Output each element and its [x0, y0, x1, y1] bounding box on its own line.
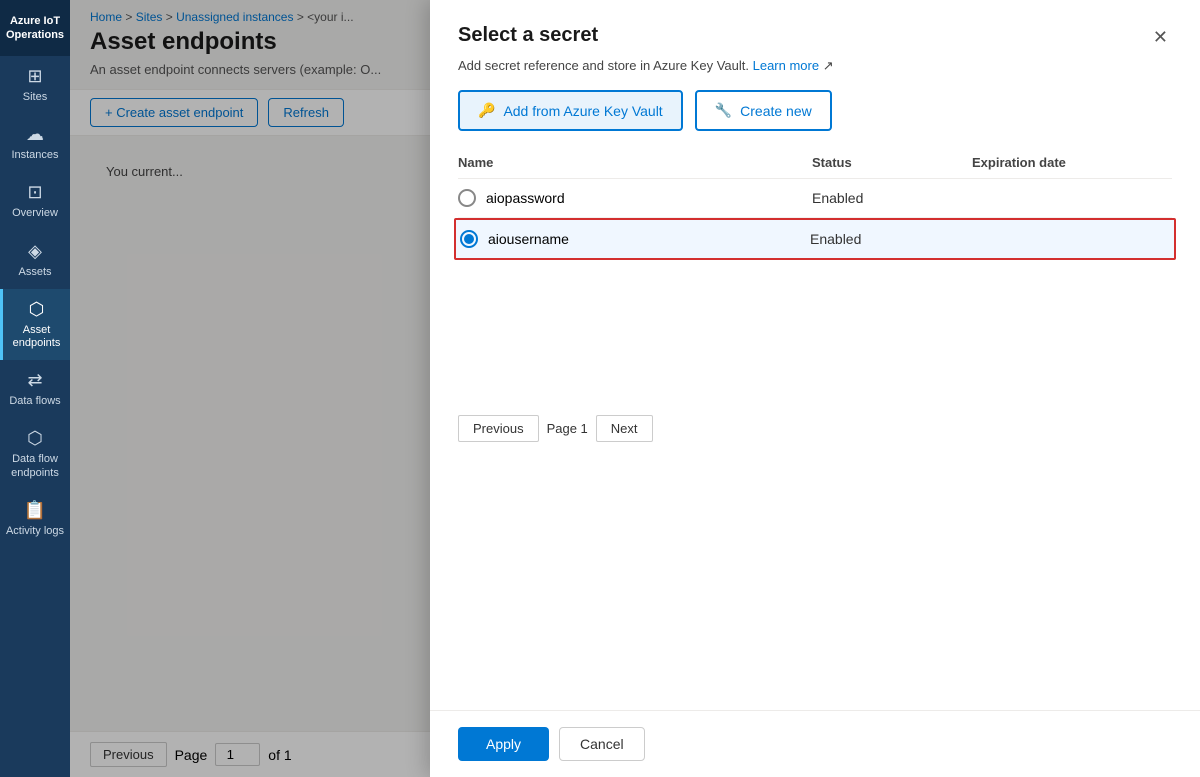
modal-next-button[interactable]: Next: [596, 415, 653, 442]
sites-icon: ⊞: [27, 66, 42, 87]
modal-pagination: Previous Page 1 Next: [430, 403, 1200, 454]
overview-icon: ⊡: [27, 182, 42, 203]
sidebar-item-label: Assets: [18, 266, 51, 279]
cancel-button[interactable]: Cancel: [559, 727, 645, 761]
external-link-icon: ↗: [823, 58, 834, 73]
radio-inner-dot: [464, 234, 474, 244]
sidebar-item-sites[interactable]: ⊞ Sites: [0, 56, 70, 114]
sidebar-item-data-flow-endpoints[interactable]: ⬡ Data flow endpoints: [0, 418, 70, 489]
app-title: Azure IoT Operations: [0, 0, 70, 56]
learn-more-link[interactable]: Learn more: [753, 58, 819, 73]
sidebar-item-asset-endpoints[interactable]: ⬡ Asset endpoints: [0, 289, 70, 360]
radio-aiopassword[interactable]: [458, 189, 476, 207]
sidebar-item-instances[interactable]: ☁ Instances: [0, 114, 70, 172]
table-row[interactable]: aiopassword Enabled: [458, 179, 1172, 218]
table-row-selected[interactable]: aiousername Enabled: [454, 218, 1176, 260]
create-new-secret-button[interactable]: 🔧 Create new: [695, 90, 832, 131]
sidebar-item-label: Data flow endpoints: [4, 453, 66, 479]
sidebar-item-data-flows[interactable]: ⇄ Data flows: [0, 360, 70, 418]
instances-icon: ☁: [26, 124, 44, 145]
col-status: Status: [812, 155, 972, 170]
radio-aiousername[interactable]: [460, 230, 478, 248]
sidebar-item-label: Overview: [12, 207, 58, 220]
activity-logs-icon: 📋: [24, 500, 46, 521]
create-icon: 🔧: [715, 102, 732, 119]
modal-spacer: [430, 454, 1200, 710]
row-name-cell: aiopassword: [458, 189, 812, 207]
assets-icon: ◈: [28, 241, 42, 262]
sidebar-item-label: Instances: [11, 149, 58, 162]
table-header: Name Status Expiration date: [458, 147, 1172, 179]
modal-top-actions: 🔑 Add from Azure Key Vault 🔧 Create new: [430, 74, 1200, 147]
modal-footer: Apply Cancel: [430, 710, 1200, 777]
modal-page-indicator: Page 1: [547, 421, 588, 436]
sidebar-item-label: Data flows: [9, 395, 60, 408]
add-from-vault-button[interactable]: 🔑 Add from Azure Key Vault: [458, 90, 683, 131]
modal-close-button[interactable]: ✕: [1149, 24, 1172, 50]
sidebar-item-overview[interactable]: ⊡ Overview: [0, 172, 70, 230]
modal-previous-button[interactable]: Previous: [458, 415, 539, 442]
col-name: Name: [458, 155, 812, 170]
add-from-vault-label: Add from Azure Key Vault: [503, 103, 662, 119]
secret-name: aiousername: [488, 231, 569, 247]
col-expiration: Expiration date: [972, 155, 1172, 170]
apply-button[interactable]: Apply: [458, 727, 549, 761]
modal-subtitle: Add secret reference and store in Azure …: [430, 50, 1200, 74]
secret-name: aiopassword: [486, 190, 565, 206]
sidebar-item-label: Asset endpoints: [7, 324, 66, 350]
modal-header: Select a secret ✕: [430, 0, 1200, 50]
data-flows-icon: ⇄: [27, 370, 42, 391]
modal-subtitle-text: Add secret reference and store in Azure …: [458, 58, 749, 73]
data-flow-endpoints-icon: ⬡: [27, 428, 43, 449]
sidebar-item-activity-logs[interactable]: 📋 Activity logs: [0, 490, 70, 548]
sidebar-item-assets[interactable]: ◈ Assets: [0, 231, 70, 289]
asset-endpoints-icon: ⬡: [29, 299, 45, 320]
modal-select-secret: Select a secret ✕ Add secret reference a…: [430, 0, 1200, 777]
create-new-label: Create new: [740, 103, 812, 119]
status-cell: Enabled: [812, 190, 972, 206]
sidebar-item-label: Activity logs: [6, 525, 64, 538]
row-name-cell: aiousername: [460, 230, 810, 248]
main-content: Home > Sites > Unassigned instances > <y…: [70, 0, 1200, 777]
vault-icon: 🔑: [478, 102, 495, 119]
modal-title: Select a secret: [458, 24, 598, 47]
sidebar: Azure IoT Operations ⊞ Sites ☁ Instances…: [0, 0, 70, 777]
secrets-table: Name Status Expiration date aiopassword …: [430, 147, 1200, 403]
sidebar-item-label: Sites: [23, 91, 47, 104]
status-cell: Enabled: [810, 231, 970, 247]
